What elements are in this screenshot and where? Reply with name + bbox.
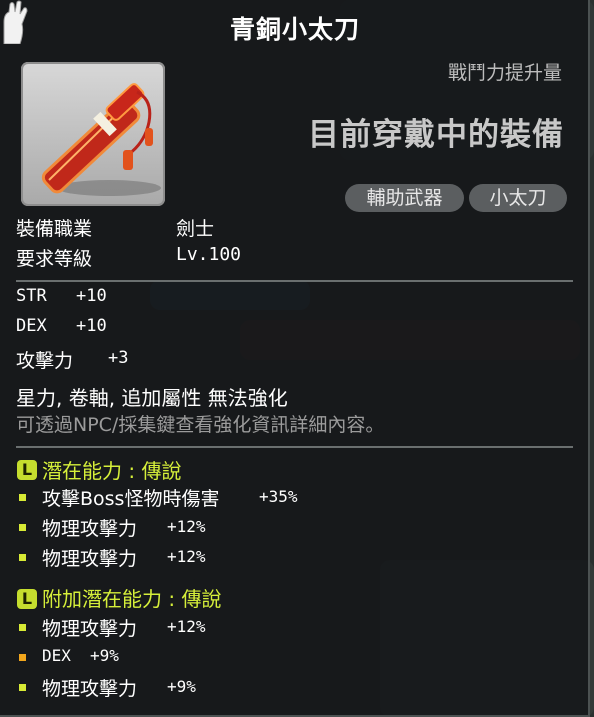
potential-line: 物理攻擊力 xyxy=(42,548,138,570)
additional-potential-line: 物理攻擊力 xyxy=(42,618,138,640)
requirement-label: 要求等級 xyxy=(16,248,93,270)
divider xyxy=(16,280,573,282)
requirement-label: 裝備職業 xyxy=(16,218,93,240)
potential-heading: 潛在能力 : 傳說 xyxy=(42,459,182,483)
bullet-icon xyxy=(19,654,26,661)
short-sword-icon xyxy=(41,83,161,196)
bullet-icon xyxy=(19,684,26,691)
potential-value: +12% xyxy=(167,547,206,566)
potential-value: +12% xyxy=(167,517,206,536)
requirement-value: Lv.100 xyxy=(176,244,242,265)
equip-status: 目前穿戴中的裝備 xyxy=(308,117,564,153)
subcategory-tag: 小太刀 xyxy=(469,184,567,212)
stat-value: +10 xyxy=(76,286,107,306)
potential-line: 攻擊Boss怪物時傷害 xyxy=(42,488,220,510)
item-image-frame xyxy=(21,62,165,206)
bullet-icon xyxy=(19,494,26,501)
additional-potential-heading: 附加潛在能力 : 傳說 xyxy=(42,587,222,611)
divider xyxy=(16,446,573,448)
stat-name: 攻擊力 xyxy=(16,350,74,372)
additional-potential-line: DEX xyxy=(42,646,71,665)
bullet-icon xyxy=(19,524,26,531)
combat-power-label: 戰鬥力提升量 xyxy=(447,62,562,84)
item-title: 青銅小太刀 xyxy=(229,15,360,44)
potential-value: +35% xyxy=(259,487,298,506)
additional-potential-value: +12% xyxy=(167,617,206,636)
potential-line: 物理攻擊力 xyxy=(42,518,138,540)
item-tooltip: 青銅小太刀 戰鬥力提升量 目前穿戴中的裝備 輔助武器 小太刀 裝備職業 劍士 要… xyxy=(0,0,590,717)
stat-value: +3 xyxy=(108,348,129,368)
additional-potential-value: +9% xyxy=(167,677,196,696)
enhance-restriction: 星力, 卷軸, 追加屬性 無法強化 xyxy=(16,386,288,410)
additional-potential-line: 物理攻擊力 xyxy=(42,678,138,700)
bullet-icon xyxy=(19,554,26,561)
legendary-grade-icon: L xyxy=(17,460,37,480)
stat-name: STR xyxy=(16,286,47,306)
category-tag: 輔助武器 xyxy=(345,184,464,212)
stat-name: DEX xyxy=(16,316,47,336)
enhance-hint: 可透過NPC/採集鍵查看強化資訊詳細內容。 xyxy=(16,414,385,436)
legendary-grade-icon: L xyxy=(17,589,37,609)
additional-potential-value: +9% xyxy=(90,646,119,665)
stat-value: +10 xyxy=(76,316,107,336)
bullet-icon xyxy=(19,624,26,631)
requirement-value: 劍士 xyxy=(176,218,215,240)
